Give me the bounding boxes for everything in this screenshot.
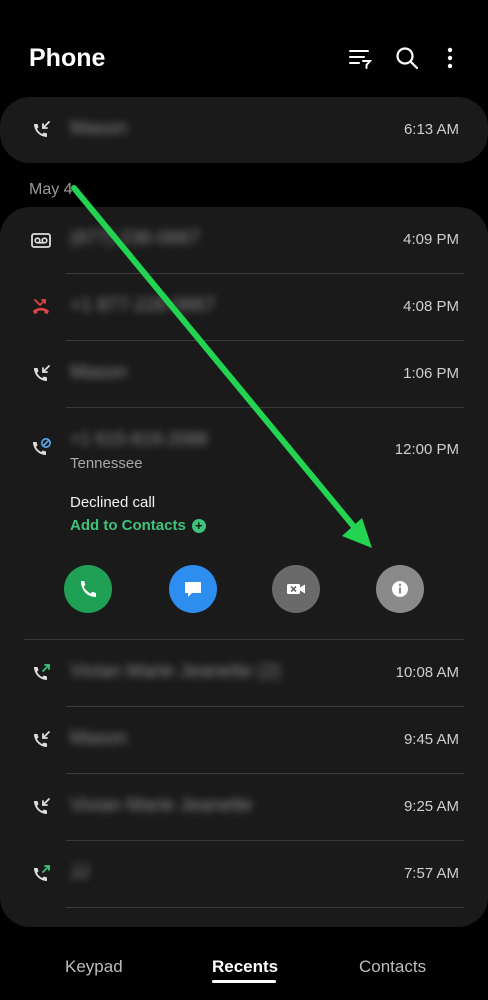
missed-call-icon [30, 296, 52, 318]
info-icon [392, 581, 408, 597]
caller-name: +1 615-819-2088 [70, 429, 208, 449]
date-header: May 4 [29, 181, 73, 198]
declined-call-icon [30, 437, 52, 459]
info-button[interactable] [376, 565, 424, 613]
call-row[interactable]: Vivian Marie Jeanette (2) 10:08 AM [0, 640, 488, 706]
phone-icon [81, 581, 96, 597]
recent-call-card-top: Mason 6:13 AM [0, 97, 488, 163]
caller-name: Vivian Marie Jeanette [70, 795, 253, 816]
caller-name: (877) 236-0667 [70, 228, 200, 249]
outgoing-call-icon [30, 863, 52, 885]
call-status: Declined call [70, 494, 156, 511]
tab-keypad[interactable]: Keypad [65, 957, 123, 977]
call-row[interactable]: +1 877-226-0667 4:08 PM [0, 274, 488, 340]
message-button[interactable] [169, 565, 217, 613]
incoming-call-icon [30, 363, 52, 385]
call-row[interactable]: Mason 1:06 PM [0, 341, 488, 407]
call-time: 9:25 AM [403, 798, 459, 815]
caller-name: Mason [70, 118, 128, 139]
app-header: Phone [0, 0, 488, 96]
plus-circle-icon: + [191, 518, 206, 533]
call-row[interactable]: Vivian Marie Jeanette 9:25 AM [0, 774, 488, 840]
filter-icon[interactable] [346, 44, 374, 72]
search-icon[interactable] [393, 44, 421, 72]
call-row[interactable]: (877) 236-0667 4:09 PM [0, 207, 488, 273]
call-time: 10:08 AM [395, 664, 459, 681]
caller-name: Mason [70, 728, 128, 749]
incoming-call-icon [30, 796, 52, 818]
call-time: 7:57 AM [403, 865, 459, 882]
caller-name: JJ [70, 862, 89, 883]
call-time: 1:06 PM [403, 365, 459, 382]
recent-calls-card: (877) 236-0667 4:09 PM +1 877-226-0667 4… [0, 207, 488, 927]
call-row[interactable]: JJ 7:57 AM [0, 841, 488, 907]
caller-name: Mason [70, 362, 128, 383]
more-icon[interactable] [436, 44, 464, 72]
tab-recents[interactable]: Recents [212, 957, 278, 977]
call-row[interactable]: Mason 6:13 AM [0, 97, 488, 163]
call-time: 9:45 AM [403, 731, 459, 748]
video-call-button[interactable] [272, 565, 320, 613]
call-time: 4:08 PM [403, 298, 459, 315]
tab-contacts[interactable]: Contacts [359, 957, 426, 977]
add-to-contacts-link[interactable]: Add to Contacts + [70, 517, 206, 534]
divider [66, 407, 464, 408]
call-row[interactable]: Mason 9:45 AM [0, 707, 488, 773]
video-icon [287, 584, 305, 594]
call-time: 4:09 PM [403, 231, 459, 248]
phone-screen: Phone Mason 6:13 AM May 4 (877) 236-0667… [0, 0, 488, 1000]
outgoing-call-icon [30, 662, 52, 684]
caller-location: Tennessee [70, 455, 143, 472]
incoming-call-icon [30, 729, 52, 751]
divider [66, 907, 464, 908]
incoming-call-icon [30, 119, 52, 141]
voicemail-icon [30, 229, 52, 251]
caller-name: Vivian Marie Jeanette (2) [70, 661, 281, 682]
add-to-contacts-label: Add to Contacts [70, 517, 186, 534]
bottom-nav: Keypad Recents Contacts [0, 940, 488, 1000]
call-button[interactable] [64, 565, 112, 613]
call-time: 12:00 PM [394, 441, 459, 458]
message-icon [185, 582, 201, 597]
caller-name: +1 877-226-0667 [70, 295, 216, 316]
call-time: 6:13 AM [403, 121, 459, 138]
page-title: Phone [29, 44, 106, 72]
active-tab-indicator [212, 980, 276, 983]
